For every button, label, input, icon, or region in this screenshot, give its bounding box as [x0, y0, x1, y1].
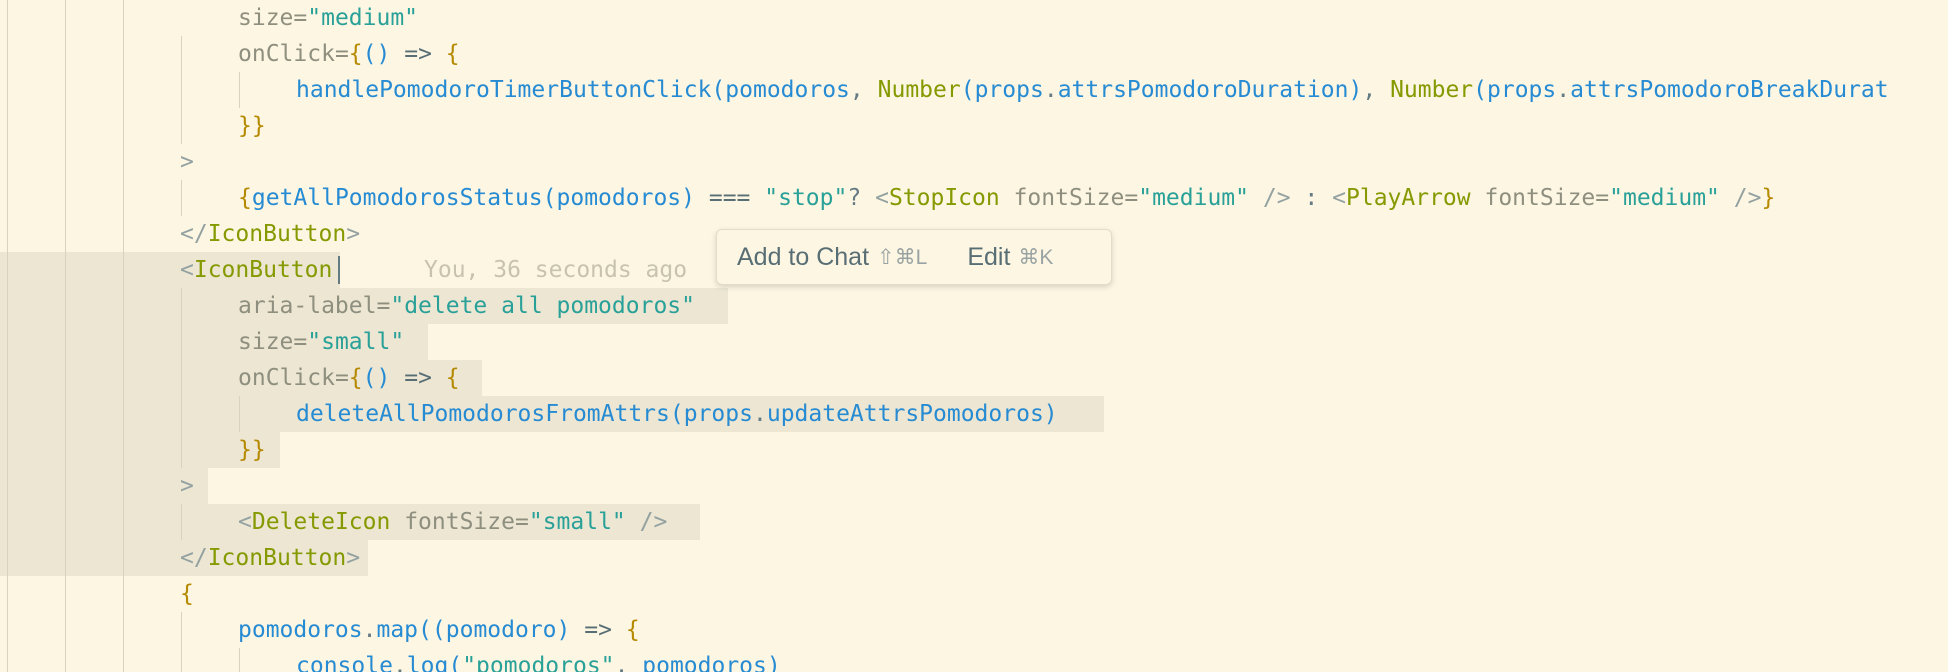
add-to-chat-label: Add to Chat — [737, 242, 870, 271]
code-line[interactable]: onClick={() => { — [0, 36, 1948, 72]
code-line[interactable]: <DeleteIcon fontSize="small" /> — [0, 504, 1948, 540]
code-text: size="small" — [238, 329, 405, 355]
code-text: handlePomodoroTimerButtonClick(pomodoros… — [296, 77, 1889, 103]
code-line[interactable]: {getAllPomodorosStatus(pomodoros) === "s… — [0, 180, 1948, 216]
code-line[interactable]: }} — [0, 432, 1948, 468]
code-text: > — [180, 473, 194, 499]
code-line[interactable]: handlePomodoroTimerButtonClick(pomodoros… — [0, 72, 1948, 108]
text-cursor — [338, 256, 340, 284]
add-to-chat-shortcut: ⇧⌘L — [877, 245, 928, 269]
code-text: pomodoros.map((pomodoro) => { — [238, 617, 640, 643]
code-text: deleteAllPomodorosFromAttrs(props.update… — [296, 401, 1058, 427]
code-line[interactable]: size="medium" — [0, 0, 1948, 36]
code-line[interactable]: deleteAllPomodorosFromAttrs(props.update… — [0, 396, 1948, 432]
code-line[interactable]: > — [0, 468, 1948, 504]
code-text: onClick={() => { — [238, 41, 460, 67]
code-line[interactable]: { — [0, 576, 1948, 612]
code-text: </IconButton> — [180, 221, 361, 247]
code-line[interactable]: onClick={() => { — [0, 360, 1948, 396]
code-text: {getAllPomodorosStatus(pomodoros) === "s… — [238, 185, 1776, 211]
code-text: size="medium" — [238, 5, 419, 31]
code-text: > — [180, 149, 194, 175]
code-text: { — [180, 581, 194, 607]
code-line[interactable]: </IconButton> — [0, 540, 1948, 576]
edit-shortcut: ⌘K — [1018, 245, 1054, 269]
code-text: }} — [238, 437, 266, 463]
edit-label: Edit — [967, 242, 1011, 271]
edit-button[interactable]: Edit ⌘K — [945, 243, 1071, 272]
code-text: console.log("pomodoros", pomodoros) — [296, 653, 781, 672]
code-line[interactable]: pomodoros.map((pomodoro) => { — [0, 612, 1948, 648]
code-text: <DeleteIcon fontSize="small" /> — [238, 509, 668, 535]
code-text: onClick={() => { — [238, 365, 460, 391]
add-to-chat-button[interactable]: Add to Chat ⇧⌘L — [717, 243, 945, 272]
code-text: aria-label="delete all pomodoros" — [238, 293, 695, 319]
code-line[interactable]: }} — [0, 108, 1948, 144]
code-text: }} — [238, 113, 266, 139]
code-line[interactable]: console.log("pomodoros", pomodoros) — [0, 648, 1948, 672]
code-text: </IconButton> — [180, 545, 361, 571]
code-editor[interactable]: size="medium" onClick={() => { handlePom… — [0, 0, 1948, 672]
selection-action-popup: Add to Chat ⇧⌘L Edit ⌘K — [716, 229, 1112, 285]
code-text: <IconButton — [180, 257, 333, 283]
code-line[interactable]: size="small" — [0, 324, 1948, 360]
git-blame-annotation: You, 36 seconds ago — [424, 257, 688, 283]
code-line[interactable]: > — [0, 144, 1948, 180]
code-line[interactable]: aria-label="delete all pomodoros" — [0, 288, 1948, 324]
